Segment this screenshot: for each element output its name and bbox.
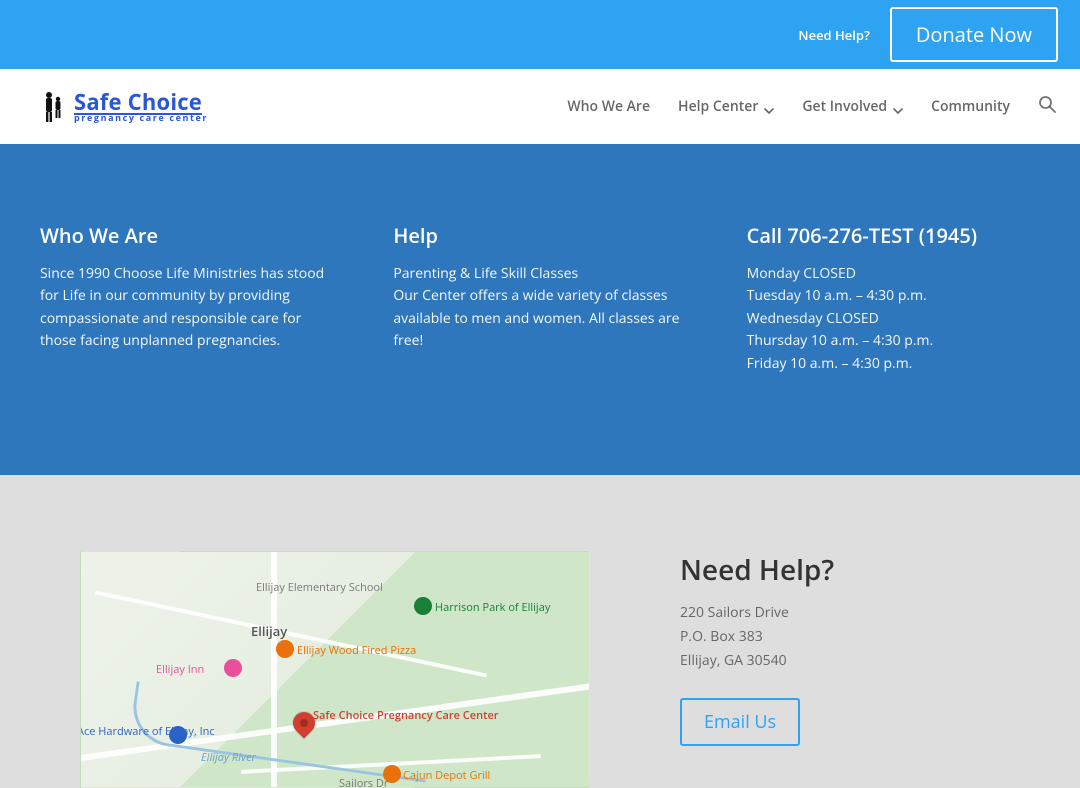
info-section: Who We Are Since 1990 Choose Life Minist…: [0, 144, 1080, 475]
help-heading: Help: [393, 222, 686, 249]
address-line-2: P.O. Box 383: [680, 625, 1000, 649]
map-poi-ace: Ace Hardware of Ellijay, Inc: [80, 724, 215, 739]
help-line-2: Our Center offers a wide variety of clas…: [393, 285, 686, 352]
chevron-down-icon: [764, 102, 774, 112]
map-label-school: Ellijay Elementary School: [256, 580, 383, 595]
hours-heading: Call 706-276-TEST (1945): [747, 222, 1040, 249]
donate-button[interactable]: Donate Now: [890, 7, 1058, 62]
nav-community[interactable]: Community: [931, 97, 1010, 116]
top-bar: Need Help? Donate Now: [0, 0, 1080, 69]
who-we-are-heading: Who We Are: [40, 222, 333, 249]
email-us-button[interactable]: Email Us: [680, 698, 800, 746]
site-header: Safe Choice pregnancy care center Who We…: [0, 69, 1080, 144]
hours-row: Tuesday 10 a.m. – 4:30 p.m.: [747, 285, 1040, 307]
map-poi-cajun: Cajun Depot Grill: [403, 768, 490, 783]
help-line-1: Parenting & Life Skill Classes: [393, 263, 686, 285]
need-help-link[interactable]: Need Help?: [798, 26, 870, 44]
address-heading: Need Help?: [680, 551, 1000, 589]
address-block: Need Help? 220 Sailors Drive P.O. Box 38…: [680, 551, 1000, 788]
who-we-are-block: Who We Are Since 1990 Choose Life Minist…: [40, 222, 333, 375]
chevron-down-icon: [893, 102, 903, 112]
map-street-label: Sailors Dr: [339, 776, 388, 788]
map[interactable]: Ellijay Elementary School Harrison Park …: [80, 551, 590, 788]
logo[interactable]: Safe Choice pregnancy care center: [40, 90, 208, 124]
people-icon: [40, 90, 66, 124]
hours-row: Thursday 10 a.m. – 4:30 p.m.: [747, 330, 1040, 352]
tree-icon: [414, 597, 432, 615]
hours-row: Monday CLOSED: [747, 263, 1040, 285]
address-line-3: Ellijay, GA 30540: [680, 649, 1000, 673]
location-section: Ellijay Elementary School Harrison Park …: [0, 475, 1080, 788]
nav-who-we-are[interactable]: Who We Are: [567, 97, 650, 116]
nav-help-center-label: Help Center: [678, 97, 758, 116]
map-poi-inn: Ellijay Inn: [156, 662, 204, 677]
search-icon[interactable]: [1038, 95, 1056, 118]
hours-row: Friday 10 a.m. – 4:30 p.m.: [747, 353, 1040, 375]
main-nav: Who We Are Help Center Get Involved Comm…: [567, 95, 1056, 118]
help-block: Help Parenting & Life Skill Classes Our …: [393, 222, 686, 375]
restaurant-icon: [276, 640, 294, 658]
logo-text: Safe Choice pregnancy care center: [74, 91, 208, 122]
nav-get-involved-label: Get Involved: [802, 97, 887, 116]
lodging-icon: [224, 659, 242, 677]
nav-get-involved[interactable]: Get Involved: [802, 97, 903, 116]
logo-name: Safe Choice: [74, 91, 208, 113]
map-city-label: Ellijay: [251, 622, 287, 640]
who-we-are-body: Since 1990 Choose Life Ministries has st…: [40, 263, 333, 353]
hours-row: Wednesday CLOSED: [747, 308, 1040, 330]
map-poi-park: Harrison Park of Ellijay: [435, 600, 550, 615]
hours-block: Call 706-276-TEST (1945) Monday CLOSED T…: [747, 222, 1040, 375]
logo-subtitle: pregnancy care center: [74, 113, 208, 122]
map-poi-pizza: Ellijay Wood Fired Pizza: [297, 643, 416, 658]
address-line-1: 220 Sailors Drive: [680, 601, 1000, 625]
map-poi-center: Safe Choice Pregnancy Care Center: [313, 709, 499, 723]
nav-help-center[interactable]: Help Center: [678, 97, 774, 116]
map-river-label: Ellijay River: [201, 750, 256, 765]
